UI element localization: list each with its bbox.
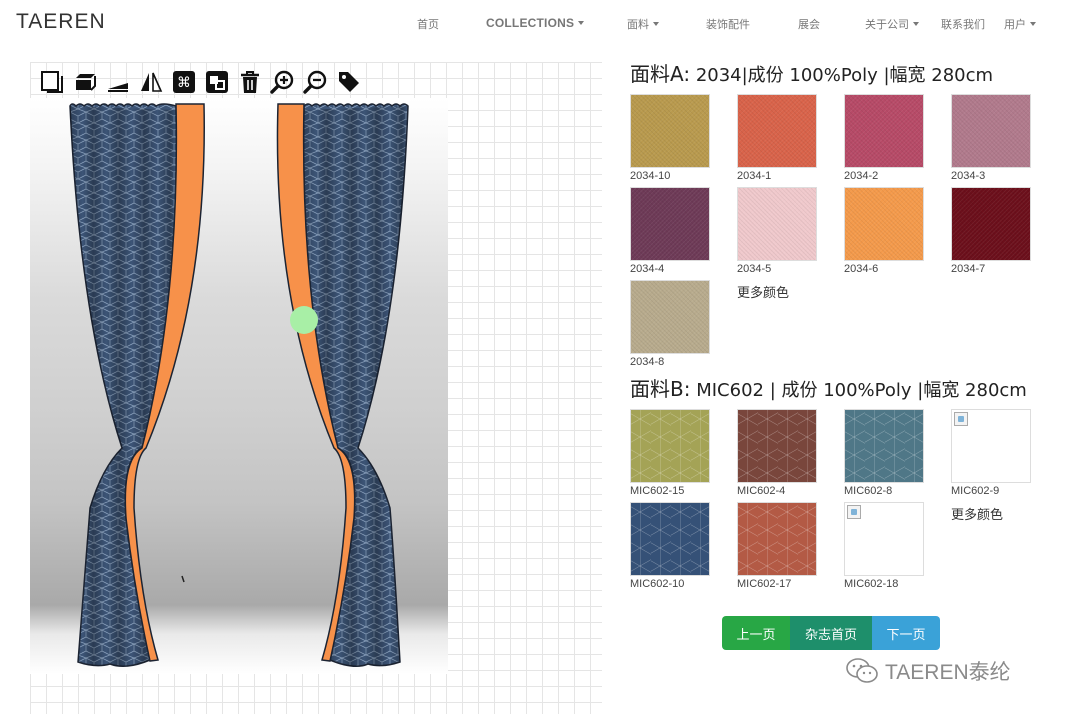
magazine-home-button[interactable]: 杂志首页 — [790, 616, 872, 650]
fabric-swatch[interactable]: MIC602-4 — [737, 409, 817, 498]
fabric-b-title: 面料B: MIC602 | 成份 100%Poly |幅宽 280cm — [630, 377, 1030, 403]
design-canvas[interactable]: ⌘ — [30, 62, 602, 714]
swatch-image[interactable] — [737, 94, 817, 168]
fabric-swatch[interactable]: MIC602-15 — [630, 409, 710, 498]
fabric-swatch[interactable]: MIC602-9 — [951, 409, 1031, 498]
swatch-image[interactable] — [844, 187, 924, 261]
fabric-a-label: 面料A: — [630, 62, 691, 86]
wechat-icon — [846, 658, 878, 683]
fabric-swatch[interactable]: MIC602-17 — [737, 502, 817, 591]
swatch-code: MIC602-15 — [630, 485, 685, 497]
nav-accessories[interactable]: 装饰配件 — [706, 16, 750, 32]
nav-user[interactable]: 用户 — [1004, 16, 1036, 32]
broken-image-icon — [954, 412, 968, 426]
more-colors-link[interactable]: 更多颜色 — [737, 280, 817, 369]
swatch-code: 2034-7 — [951, 263, 986, 275]
swatch-code: 2034-1 — [737, 170, 772, 182]
swatch-image[interactable] — [951, 409, 1031, 483]
fabric-b-spec: MIC602 | 成份 100%Poly |幅宽 280cm — [696, 380, 1027, 401]
swatch-image[interactable] — [630, 502, 710, 576]
svg-text:⌘: ⌘ — [177, 75, 191, 91]
fabric-swatch[interactable]: MIC602-10 — [630, 502, 710, 591]
fabric-panel: 面料A: 2034|成份 100%Poly |幅宽 280cm 2034-10 2… — [630, 62, 1050, 591]
fabric-a-swatch-grid: 2034-10 2034-1 2034-2 2034-3 2034-4 2034-5 203… — [630, 94, 1050, 369]
swatch-code: MIC602-17 — [737, 578, 792, 590]
swatch-image[interactable] — [737, 187, 817, 261]
watermark-text: TAEREN泰纶 — [885, 661, 1011, 684]
swatch-code: 2034-2 — [844, 170, 879, 182]
trash-icon[interactable] — [234, 68, 266, 96]
swatch-code: MIC602-10 — [630, 578, 685, 590]
swatch-code: MIC602-18 — [844, 578, 899, 590]
fabric-b-swatch-grid: MIC602-15 MIC602-4 MIC602-8 MIC602-9 MIC602-… — [630, 409, 1050, 591]
nav-exhibition[interactable]: 展会 — [798, 16, 820, 32]
swatch-image[interactable] — [630, 409, 710, 483]
swatch-image[interactable] — [630, 94, 710, 168]
swatch-code: 2034-10 — [630, 170, 671, 182]
group-icon[interactable]: ⌘ — [168, 68, 200, 96]
swatch-image[interactable] — [630, 187, 710, 261]
fabric-swatch[interactable]: 2034-3 — [951, 94, 1031, 183]
fabric-b-label: 面料B: — [630, 377, 691, 401]
more-colors-link[interactable]: 更多颜色 — [951, 502, 1031, 591]
right-curtain-panel[interactable] — [276, 103, 409, 667]
swatch-code: MIC602-4 — [737, 485, 786, 497]
broken-image-icon — [847, 505, 861, 519]
swatch-image[interactable] — [844, 409, 924, 483]
fabric-swatch[interactable]: 2034-1 — [737, 94, 817, 183]
layer-front-icon[interactable] — [36, 68, 68, 96]
cursor-mark — [181, 575, 185, 583]
fabric-swatch[interactable]: MIC602-18 — [844, 502, 924, 591]
watermark: TAEREN泰纶 — [845, 656, 1011, 686]
fabric-swatch[interactable]: 2034-5 — [737, 187, 817, 276]
mirror-icon[interactable] — [135, 68, 167, 96]
fabric-swatch[interactable]: 2034-2 — [844, 94, 924, 183]
nav-contact[interactable]: 联系我们 — [941, 16, 985, 32]
prev-page-button[interactable]: 上一页 — [722, 616, 790, 650]
zoom-in-icon[interactable] — [267, 68, 299, 96]
zoom-out-icon[interactable] — [300, 68, 332, 96]
layer-back-icon[interactable] — [69, 68, 101, 96]
ungroup-icon[interactable] — [201, 68, 233, 96]
fabric-swatch[interactable]: 2034-4 — [630, 187, 710, 276]
swatch-code: 2034-5 — [737, 263, 772, 275]
top-nav: 首页 COLLECTIONS 面料 装饰配件 展会 关于公司 联系我们 用户 — [0, 16, 1080, 32]
fabric-a-title: 面料A: 2034|成份 100%Poly |幅宽 280cm — [630, 62, 1050, 88]
curtain-preview[interactable] — [30, 98, 448, 674]
swatch-code: 2034-4 — [630, 263, 665, 275]
swatch-code: MIC602-8 — [844, 485, 893, 497]
flip-horizontal-icon[interactable] — [102, 68, 134, 96]
nav-home[interactable]: 首页 — [417, 16, 439, 32]
canvas-toolbar: ⌘ — [36, 68, 365, 98]
swatch-code: 2034-6 — [844, 263, 879, 275]
nav-fabrics[interactable]: 面料 — [627, 16, 659, 32]
next-page-button[interactable]: 下一页 — [872, 616, 940, 650]
swatch-image[interactable] — [630, 280, 710, 354]
swatch-code: 2034-8 — [630, 356, 665, 368]
fabric-swatch[interactable]: MIC602-8 — [844, 409, 924, 498]
swatch-image[interactable] — [951, 94, 1031, 168]
swatch-image[interactable] — [951, 187, 1031, 261]
swatch-image[interactable] — [844, 94, 924, 168]
swatch-image[interactable] — [737, 409, 817, 483]
fabric-swatch[interactable]: 2034-6 — [844, 187, 924, 276]
drag-handle[interactable] — [290, 306, 318, 334]
tag-icon[interactable] — [333, 68, 365, 96]
nav-about[interactable]: 关于公司 — [865, 16, 919, 32]
swatch-image[interactable] — [844, 502, 924, 576]
swatch-image[interactable] — [737, 502, 817, 576]
fabric-a-spec: 2034|成份 100%Poly |幅宽 280cm — [695, 65, 994, 86]
fabric-swatch[interactable]: 2034-7 — [951, 187, 1031, 276]
nav-collections[interactable]: COLLECTIONS — [486, 16, 584, 30]
swatch-code: MIC602-9 — [951, 485, 1000, 497]
pagination: 上一页 杂志首页 下一页 — [722, 616, 940, 650]
swatch-code: 2034-3 — [951, 170, 986, 182]
fabric-swatch[interactable]: 2034-10 — [630, 94, 710, 183]
fabric-swatch[interactable]: 2034-8 — [630, 280, 710, 369]
